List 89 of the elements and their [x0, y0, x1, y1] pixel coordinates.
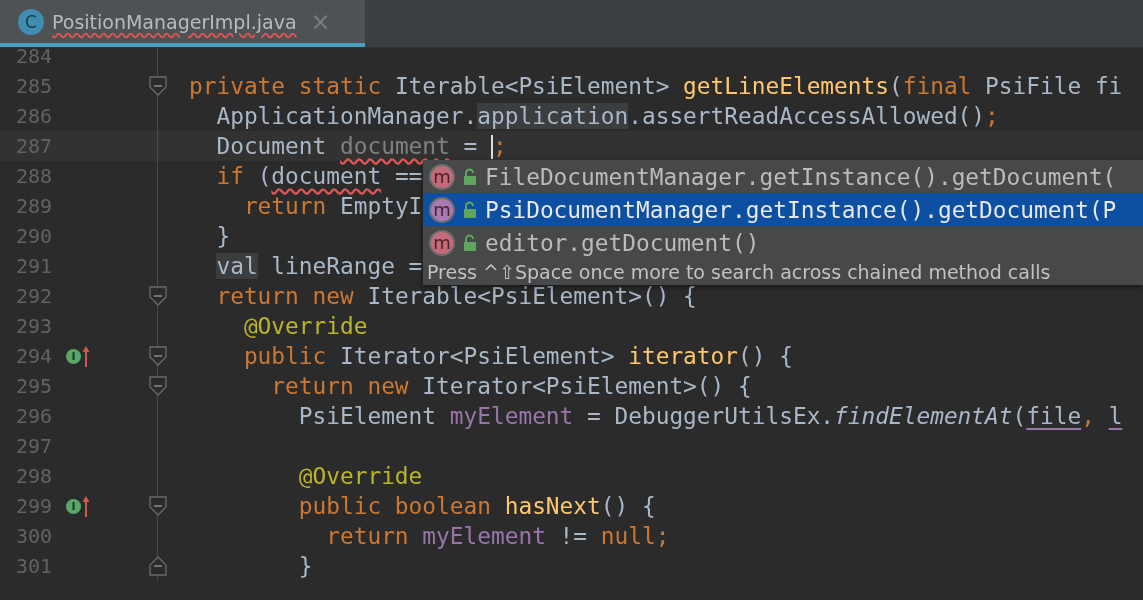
class-icon: C	[18, 8, 44, 35]
code-token: application	[477, 103, 629, 129]
code-token: return	[242, 193, 328, 219]
completion-item[interactable]: m FileDocumentManager.getInstance().getDocument(	[423, 160, 1143, 193]
code-token: document	[340, 132, 450, 159]
line-number: 296	[15, 404, 52, 428]
code-token: lineRange =	[270, 253, 423, 279]
code-token: = DebuggerUtilsEx.	[586, 403, 835, 429]
code-token: ,	[1081, 403, 1096, 429]
line-number: 288	[15, 164, 52, 188]
code-token: return new	[215, 283, 355, 309]
implements-icon[interactable]: I	[66, 348, 81, 364]
code-token: =	[462, 132, 479, 159]
line-number: 285	[15, 74, 52, 98]
code-token: @Override	[297, 463, 423, 489]
line-number: 300	[15, 524, 52, 548]
code-token: l	[1108, 403, 1123, 429]
completion-item[interactable]: m editor.getDocument()	[423, 226, 1143, 259]
code-token: val	[216, 253, 258, 279]
line-number: 290	[15, 224, 52, 248]
code-token: myElement	[449, 403, 574, 429]
fold-icon[interactable]	[149, 286, 167, 306]
code-token: PsiFile fi	[985, 73, 1123, 99]
code-token: ==	[393, 163, 423, 189]
line-number: 289	[15, 194, 52, 218]
code-token: }	[215, 223, 231, 249]
code-token: () {	[600, 493, 656, 519]
code-token: Iterator<PsiElement>	[340, 343, 616, 369]
unlocked-lock-icon	[463, 200, 477, 219]
code-token: EmptyI	[340, 193, 423, 219]
fold-icon[interactable]	[149, 346, 167, 366]
code-token: ;	[493, 132, 507, 159]
code-token: ApplicationManager.	[215, 103, 478, 129]
line-number: 294	[15, 344, 52, 368]
code-token: }	[297, 553, 313, 579]
code-token: () {	[738, 343, 793, 369]
unlocked-lock-icon	[463, 233, 477, 252]
code-token: (	[1012, 403, 1027, 429]
code-token: public boolean	[297, 493, 492, 519]
code-token: myElement	[422, 523, 546, 549]
code-token: findElementAt	[834, 403, 1013, 429]
implements-icon[interactable]: I	[66, 498, 81, 514]
code-token: private static	[189, 73, 383, 99]
code-token: !=	[558, 523, 589, 549]
code-token: return new	[270, 373, 410, 399]
code-token: document	[271, 163, 382, 189]
unlocked-lock-icon	[463, 167, 477, 186]
up-arrow-icon[interactable]	[82, 495, 90, 517]
line-number: 286	[15, 104, 52, 128]
method-icon: m	[429, 229, 455, 256]
line-number: 291	[15, 254, 52, 278]
method-icon: m	[429, 196, 455, 223]
code-token: ;	[985, 103, 999, 129]
code-token: .assertReadAccessAllowed()	[628, 103, 986, 129]
code-token: Iterable<PsiElement>	[394, 73, 671, 99]
code-token: null;	[600, 523, 670, 549]
fold-icon[interactable]	[149, 76, 167, 96]
line-number: 301	[15, 554, 52, 578]
code-token: public	[242, 343, 328, 369]
code-token: Document	[215, 132, 328, 159]
code-token: file	[1026, 403, 1082, 429]
code-token: getLineElements	[683, 73, 889, 99]
code-token: hasNext	[504, 493, 601, 519]
method-icon: m	[429, 163, 455, 190]
line-number: 297	[15, 434, 52, 458]
fold-icon[interactable]	[149, 556, 167, 576]
line-number: 284	[15, 44, 52, 68]
line-number: 292	[15, 284, 52, 308]
code-token: if	[215, 163, 245, 189]
line-number: 299	[15, 494, 52, 518]
code-token: (	[889, 73, 903, 99]
line-number: 298	[15, 464, 52, 488]
line-number: 295	[15, 374, 52, 398]
fold-icon[interactable]	[149, 496, 167, 516]
code-token: Iterable<PsiElement>() {	[367, 283, 697, 309]
line-number: 293	[15, 314, 52, 338]
text-caret	[491, 135, 493, 160]
code-token: iterator	[628, 343, 739, 369]
code-token: (	[257, 163, 272, 189]
fold-icon[interactable]	[149, 376, 167, 396]
completion-hint: Press ^⇧Space once more to search across chained method calls	[423, 259, 1143, 285]
code-token: Iterator<PsiElement>() {	[422, 373, 752, 399]
code-token: return	[325, 523, 410, 549]
up-arrow-icon[interactable]	[82, 345, 90, 367]
file-tab[interactable]: C PositionManagerImpl.java ×	[0, 0, 365, 47]
code-token: @Override	[242, 313, 368, 339]
code-token: PsiElement	[297, 403, 438, 429]
completion-item[interactable]: m PsiDocumentManager.getInstance().getDocument(P	[423, 193, 1143, 226]
code-token: final	[902, 73, 973, 99]
